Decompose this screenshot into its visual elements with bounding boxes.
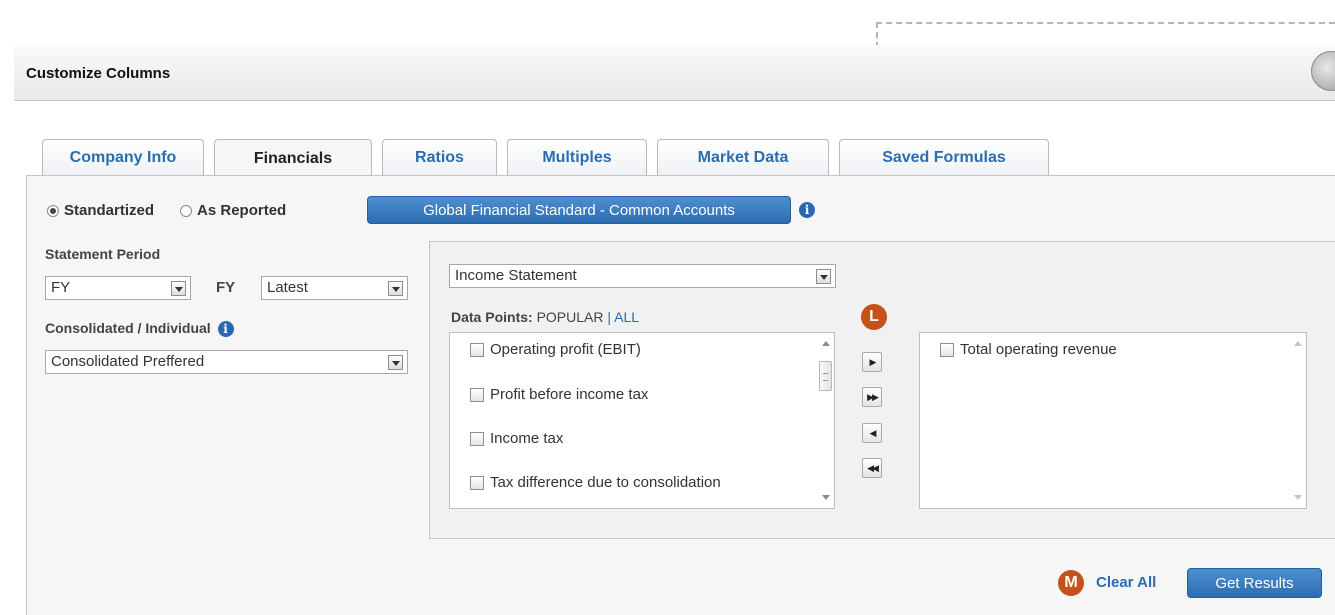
list-item-label: Operating profit (EBIT) <box>490 341 641 358</box>
close-icon[interactable] <box>1311 51 1335 91</box>
filter-all[interactable]: ALL <box>614 309 639 325</box>
scroll-up-icon[interactable] <box>822 341 830 346</box>
radio-standardized-label: Standartized <box>64 202 155 219</box>
selected-scrollbar[interactable] <box>1289 333 1306 508</box>
list-item[interactable]: Operating profit (EBIT) <box>470 341 641 358</box>
available-data-points-list[interactable]: Operating profit (EBIT) Profit before in… <box>449 332 835 509</box>
radio-standardized[interactable]: Standartized <box>47 202 154 219</box>
consolidation-label-text: Consolidated / Individual <box>45 320 211 336</box>
list-item[interactable]: Profit before income tax <box>470 386 648 403</box>
fy-select-value: Latest <box>267 279 308 296</box>
data-points-box: Income Statement Data Points: POPULAR | … <box>429 241 1335 539</box>
list-item[interactable]: Income tax <box>470 430 563 447</box>
fy-select[interactable]: Latest <box>261 276 408 300</box>
tab-saved-formulas[interactable]: Saved Formulas <box>839 139 1049 176</box>
consolidation-select-value: Consolidated Preffered <box>51 353 205 370</box>
scroll-down-icon[interactable] <box>1294 495 1302 500</box>
data-points-label: Data Points: <box>451 309 533 325</box>
list-item-label: Tax difference due to consolidation <box>490 474 721 491</box>
statement-period-label: Statement Period <box>45 246 161 262</box>
period-select-value: FY <box>51 279 71 296</box>
scroll-up-icon[interactable] <box>1294 341 1302 346</box>
dropdown-arrow-icon <box>388 281 403 296</box>
radio-as-reported[interactable]: As Reported <box>180 202 286 219</box>
checkbox-icon[interactable] <box>470 431 484 446</box>
standard-button[interactable]: Global Financial Standard - Common Accou… <box>367 196 791 224</box>
clear-all-link[interactable]: Clear All <box>1096 574 1156 591</box>
available-scrollbar[interactable] <box>817 333 834 508</box>
callout-marker-l: L <box>861 304 887 330</box>
remove-button[interactable]: ◀ <box>862 423 882 443</box>
tab-market-data[interactable]: Market Data <box>657 139 829 176</box>
get-results-button[interactable]: Get Results <box>1187 568 1322 598</box>
consolidation-label: Consolidated / Individual i <box>45 320 234 337</box>
fy-label: FY <box>216 279 236 296</box>
customize-columns-screen: Customize Columns Company Info Financial… <box>0 0 1335 615</box>
list-item-label: Total operating revenue <box>960 341 1117 358</box>
radio-as-reported-label: As Reported <box>197 202 287 219</box>
checkbox-icon[interactable] <box>470 342 484 357</box>
dropdown-arrow-icon <box>388 355 403 370</box>
dialog-header: Customize Columns <box>14 45 1335 101</box>
tab-company-info[interactable]: Company Info <box>42 139 204 176</box>
dropdown-arrow-icon <box>816 269 831 284</box>
dropdown-arrow-icon <box>171 281 186 296</box>
info-icon[interactable]: i <box>217 321 234 337</box>
info-icon[interactable]: i <box>799 202 815 218</box>
remove-all-button[interactable]: ◀◀ <box>862 458 882 478</box>
radio-unchecked-icon <box>180 204 193 217</box>
list-item-label: Income tax <box>490 430 564 447</box>
period-select[interactable]: FY <box>45 276 191 300</box>
list-item[interactable]: Total operating revenue <box>940 341 1117 358</box>
tab-bar: Company Info Financials Ratios Multiples… <box>42 139 1059 177</box>
selected-data-points-list[interactable]: Total operating revenue <box>919 332 1307 509</box>
checkbox-icon[interactable] <box>470 387 484 402</box>
tab-financials[interactable]: Financials <box>214 139 372 177</box>
tab-ratios[interactable]: Ratios <box>382 139 497 176</box>
checkbox-icon[interactable] <box>470 475 484 490</box>
radio-checked-icon <box>47 204 59 217</box>
scroll-thumb[interactable] <box>819 361 832 391</box>
statement-select[interactable]: Income Statement <box>449 264 836 288</box>
dashed-guide-top <box>876 22 1335 24</box>
list-item[interactable]: Tax difference due to consolidation <box>470 474 721 491</box>
data-points-filter: Data Points: POPULAR | ALL <box>451 309 639 325</box>
callout-marker-m: M <box>1058 570 1084 596</box>
tab-multiples[interactable]: Multiples <box>507 139 647 176</box>
standard-radio-group: Standartized As Reported <box>47 202 286 219</box>
filter-separator: | <box>607 309 612 325</box>
dialog-title: Customize Columns <box>26 65 171 82</box>
list-item-label: Profit before income tax <box>490 386 649 403</box>
financials-panel: Standartized As Reported Global Financia… <box>26 175 1335 615</box>
consolidation-select[interactable]: Consolidated Preffered <box>45 350 408 374</box>
checkbox-icon[interactable] <box>940 342 954 357</box>
filter-popular[interactable]: POPULAR <box>537 309 604 325</box>
add-button[interactable]: ▶ <box>862 352 882 372</box>
scroll-down-icon[interactable] <box>822 495 830 500</box>
dialog-body: Company Info Financials Ratios Multiples… <box>14 101 1335 615</box>
statement-select-value: Income Statement <box>455 267 577 284</box>
add-all-button[interactable]: ▶▶ <box>862 387 882 407</box>
